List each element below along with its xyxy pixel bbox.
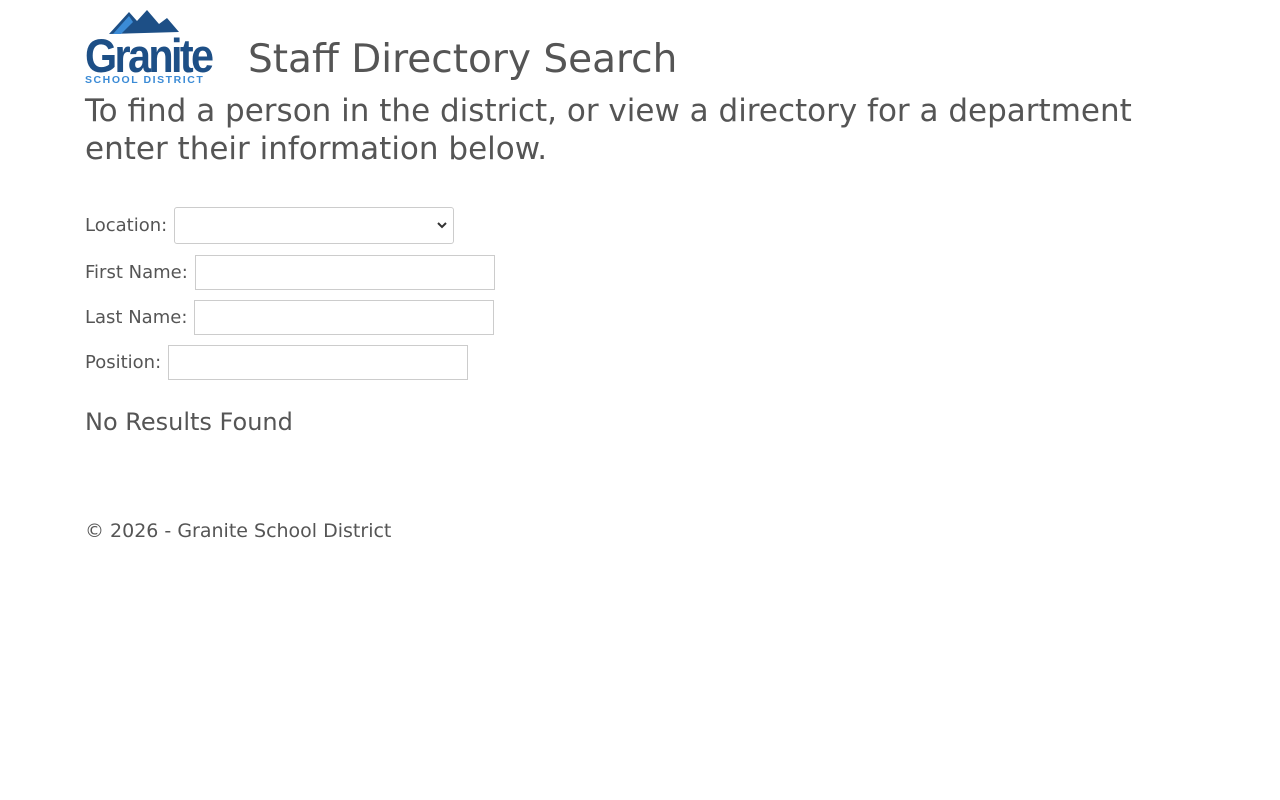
location-row: Location: bbox=[85, 207, 455, 244]
location-select-wrapper bbox=[174, 207, 455, 244]
last-name-row: Last Name: bbox=[85, 300, 495, 335]
page: Granite SCHOOL DISTRICT Staff Directory … bbox=[0, 0, 1280, 800]
first-name-row: First Name: bbox=[85, 255, 495, 290]
page-title: Staff Directory Search bbox=[248, 37, 678, 82]
last-name-label: Last Name: bbox=[85, 307, 188, 328]
position-label: Position: bbox=[85, 352, 162, 373]
intro-text: To find a person in the district, or vie… bbox=[85, 93, 1132, 167]
footer-copyright: © 2026 - Granite School District bbox=[85, 520, 392, 542]
no-results-message: No Results Found bbox=[85, 408, 293, 436]
logo-wordmark: Granite bbox=[85, 29, 214, 82]
logo-subtitle: SCHOOL DISTRICT bbox=[85, 74, 205, 86]
first-name-input[interactable] bbox=[194, 255, 495, 290]
location-label: Location: bbox=[85, 215, 168, 236]
header: Granite SCHOOL DISTRICT bbox=[85, 8, 227, 88]
granite-logo[interactable]: Granite SCHOOL DISTRICT bbox=[85, 8, 227, 88]
last-name-input[interactable] bbox=[194, 300, 495, 335]
position-input[interactable] bbox=[168, 345, 469, 380]
first-name-label: First Name: bbox=[85, 262, 188, 283]
position-row: Position: bbox=[85, 345, 469, 380]
location-select[interactable] bbox=[174, 207, 455, 244]
